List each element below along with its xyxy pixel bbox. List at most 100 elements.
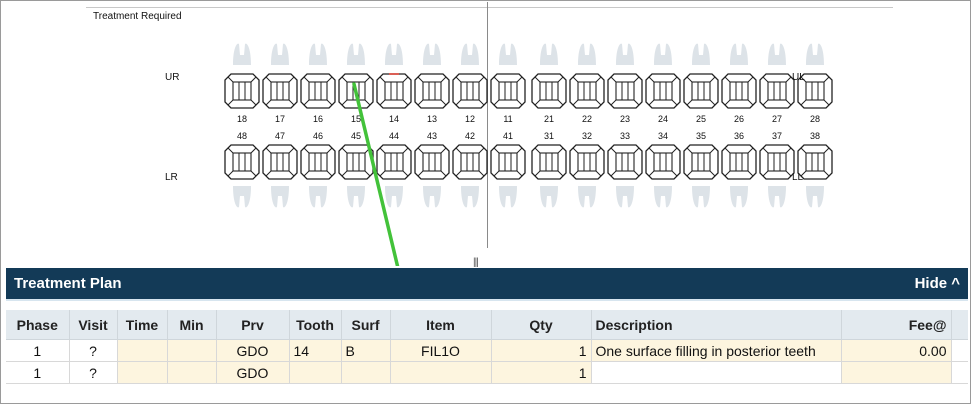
cell-visit[interactable]: ? <box>69 339 118 362</box>
tooth-37[interactable] <box>759 144 795 180</box>
table-row[interactable]: 1 ? GDO 1 <box>6 361 968 384</box>
tooth-silhouette-lower-42 <box>461 186 479 208</box>
tooth-chart-svg: 18 17 16 15 14 13 12 11 21 22 23 24 25 26 27 28 48 47 46 45… <box>224 43 833 266</box>
tooth-13[interactable] <box>414 73 450 109</box>
tooth-number-34: 34 <box>658 131 668 141</box>
quadrant-label-ur: UR <box>165 72 180 83</box>
table-row[interactable]: 1 ? GDO 14 B FIL1O 1 One surface filling… <box>6 339 968 362</box>
dental-chart: Treatment Required 18 17 16 15 14 13 12 11 21 22 2… <box>6 2 966 266</box>
tooth-silhouette-upper-22 <box>578 43 596 65</box>
cell-min[interactable] <box>167 361 217 384</box>
tooth-34[interactable] <box>645 144 681 180</box>
tooth-silhouette-lower-32 <box>578 186 596 208</box>
tooth-48[interactable] <box>224 144 260 180</box>
cell-fee[interactable] <box>841 361 952 384</box>
tooth-22[interactable] <box>569 73 605 109</box>
tooth-43[interactable] <box>414 144 450 180</box>
tooth-number-36: 36 <box>734 131 744 141</box>
column-header-phase[interactable]: Phase <box>6 310 70 340</box>
tooth-number-17: 17 <box>275 114 285 124</box>
cell-prv[interactable]: GDO <box>216 339 290 362</box>
cell-surf[interactable]: B <box>341 339 391 362</box>
tooth-number-45: 45 <box>351 131 361 141</box>
tooth-46[interactable] <box>300 144 336 180</box>
column-header-visit[interactable]: Visit <box>69 310 118 340</box>
cell-description[interactable] <box>591 361 842 384</box>
treatment-plan-panel: Treatment Plan Hide ^ Phase Visit Time M… <box>6 268 968 402</box>
tooth-36[interactable] <box>721 144 757 180</box>
tooth-18[interactable] <box>224 73 260 109</box>
tooth-silhouette-upper-12 <box>461 43 479 65</box>
tooth-silhouette-upper-28 <box>806 43 824 65</box>
column-header-prv[interactable]: Prv <box>216 310 290 340</box>
cell-prv[interactable]: GDO <box>216 361 290 384</box>
cell-tooth[interactable]: 14 <box>289 339 342 362</box>
tooth-16[interactable] <box>300 73 336 109</box>
cell-time[interactable] <box>117 339 168 362</box>
tooth-number-48: 48 <box>237 131 247 141</box>
tooth-23[interactable] <box>607 73 643 109</box>
tooth-21[interactable] <box>531 73 567 109</box>
cell-time[interactable] <box>117 361 168 384</box>
tooth-47[interactable] <box>262 144 298 180</box>
column-header-tooth[interactable]: Tooth <box>289 310 342 340</box>
tooth-silhouette-lower-48 <box>233 186 251 208</box>
tooth-number-46: 46 <box>313 131 323 141</box>
hide-button[interactable]: Hide ^ <box>915 275 960 292</box>
tooth-silhouette-upper-26 <box>730 43 748 65</box>
column-header-surf[interactable]: Surf <box>341 310 391 340</box>
column-header-min[interactable]: Min <box>167 310 217 340</box>
tooth-silhouette-upper-23 <box>616 43 634 65</box>
column-header-description[interactable]: Description <box>591 310 842 340</box>
cell-item[interactable] <box>390 361 492 384</box>
cell-spacer <box>951 361 968 384</box>
cell-description[interactable]: One surface filling in posterior teeth <box>591 339 842 362</box>
tooth-number-11: 11 <box>503 114 512 124</box>
cell-visit[interactable]: ? <box>69 361 118 384</box>
tooth-silhouette-upper-13 <box>423 43 441 65</box>
cell-min[interactable] <box>167 339 217 362</box>
tooth-silhouette-upper-17 <box>271 43 289 65</box>
cell-surf[interactable] <box>341 361 391 384</box>
tooth-45[interactable] <box>338 144 374 180</box>
tooth-27[interactable] <box>759 73 795 109</box>
quadrant-label-ll: LL <box>792 172 804 183</box>
cell-phase[interactable]: 1 <box>6 361 70 384</box>
tooth-31[interactable] <box>531 144 567 180</box>
tooth-25[interactable] <box>683 73 719 109</box>
cell-tooth[interactable] <box>289 361 342 384</box>
column-header-qty[interactable]: Qty <box>491 310 592 340</box>
cell-qty[interactable]: 1 <box>491 361 592 384</box>
cell-qty[interactable]: 1 <box>491 339 592 362</box>
tooth-11[interactable] <box>490 73 526 109</box>
splitter-grip[interactable]: ||| <box>473 257 479 268</box>
window-frame: Treatment Required 18 17 16 15 14 13 12 11 21 22 2… <box>0 0 971 404</box>
column-header-time[interactable]: Time <box>117 310 168 340</box>
tooth-42[interactable] <box>452 144 488 180</box>
tooth-number-13: 13 <box>427 114 437 124</box>
tooth-17[interactable] <box>262 73 298 109</box>
tooth-35[interactable] <box>683 144 719 180</box>
tooth-silhouette-lower-37 <box>768 186 786 208</box>
tooth-silhouette-upper-25 <box>692 43 710 65</box>
tooth-33[interactable] <box>607 144 643 180</box>
treatment-plan-title: Treatment Plan <box>14 275 122 292</box>
tooth-32[interactable] <box>569 144 605 180</box>
tooth-silhouette-lower-38 <box>806 186 824 208</box>
tooth-24[interactable] <box>645 73 681 109</box>
cell-item[interactable]: FIL1O <box>390 339 492 362</box>
cell-phase[interactable]: 1 <box>6 339 70 362</box>
tooth-14[interactable] <box>376 73 412 109</box>
table-header-row: Phase Visit Time Min Prv Tooth Surf Item… <box>6 310 968 340</box>
tooth-silhouette-lower-43 <box>423 186 441 208</box>
tooth-number-44: 44 <box>389 131 399 141</box>
tooth-silhouette-upper-27 <box>768 43 786 65</box>
cell-fee[interactable]: 0.00 <box>841 339 952 362</box>
tooth-12[interactable] <box>452 73 488 109</box>
tooth-silhouette-upper-21 <box>540 43 558 65</box>
column-header-fee[interactable]: Fee@ <box>841 310 952 340</box>
tooth-44[interactable] <box>376 144 412 180</box>
tooth-41[interactable] <box>490 144 526 180</box>
tooth-26[interactable] <box>721 73 757 109</box>
column-header-item[interactable]: Item <box>390 310 492 340</box>
